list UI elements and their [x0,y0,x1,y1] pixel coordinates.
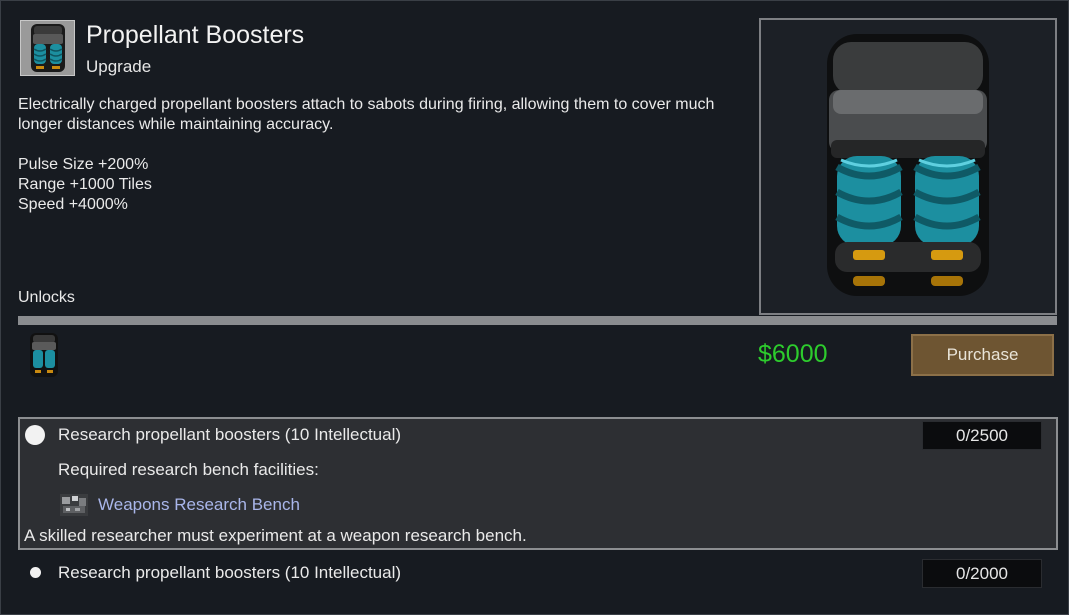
item-thumbnail [20,20,75,76]
item-category: Upgrade [86,57,152,76]
stat-pulse-size: Pulse Size +200% [18,156,149,173]
item-description: Electrically charged propellant boosters… [18,96,715,133]
requirement-title[interactable]: Research propellant boosters (10 Intelle… [58,425,401,445]
facility-link[interactable]: Weapons Research Bench [98,495,300,515]
requirement-progress: 0/2500 [922,421,1042,450]
requirement-note: A skilled researcher must experiment at … [24,526,527,545]
stats-list: Pulse Size +200% Range +1000 Tiles Speed… [18,155,152,215]
requirement-progress: 0/2000 [922,559,1042,588]
facilities-label: Required research bench facilities: [58,460,319,479]
requirement-radio-selected[interactable] [25,425,45,445]
requirement-title[interactable]: Research propellant boosters (10 Intelle… [58,563,401,583]
item-preview [759,18,1057,315]
unlocked-item-icon[interactable] [28,332,60,378]
divider [18,316,1057,325]
propellant-booster-icon [30,24,65,72]
purchase-button[interactable]: Purchase [911,334,1054,376]
unlocks-label: Unlocks [18,289,75,306]
stat-speed: Speed +4000% [18,196,128,213]
page-title: Propellant Boosters [86,21,305,49]
research-bench-icon [60,494,88,516]
stat-range: Range +1000 Tiles [18,176,152,193]
propellant-booster-icon [30,333,58,377]
propellant-booster-icon [827,33,989,296]
price-label: $6000 [758,340,828,368]
requirement-radio[interactable] [30,567,41,578]
